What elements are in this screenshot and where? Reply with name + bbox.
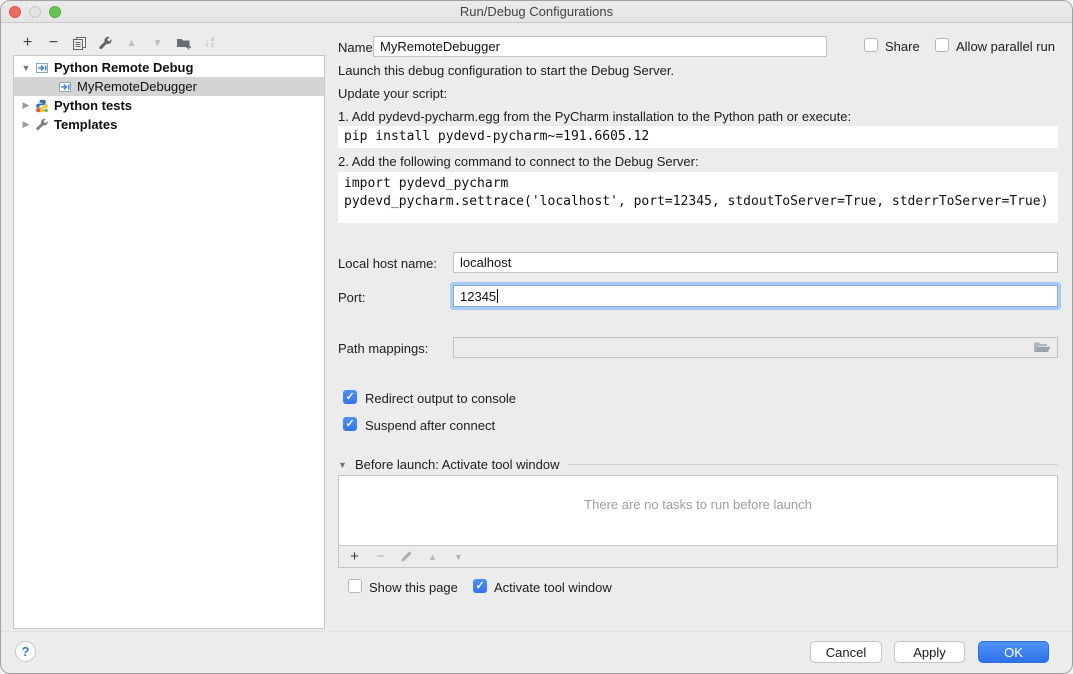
titlebar[interactable]: Run/Debug Configurations <box>1 1 1072 23</box>
edit-task-button[interactable] <box>400 550 413 563</box>
share-checkbox[interactable] <box>864 38 878 52</box>
text-cursor <box>497 289 498 303</box>
code-line: import pydevd_pycharm <box>344 175 1052 193</box>
port-label: Port: <box>338 290 365 305</box>
collapsed-caret-icon[interactable]: ▶ <box>20 119 32 130</box>
remove-task-button[interactable]: − <box>374 550 387 563</box>
tree-item-label: MyRemoteDebugger <box>77 79 197 94</box>
suspend-after-connect-checkbox[interactable] <box>343 417 357 431</box>
collapsed-caret-icon[interactable]: ▶ <box>20 100 32 111</box>
show-this-page-label: Show this page <box>369 580 458 595</box>
suspend-after-connect-label: Suspend after connect <box>365 418 495 433</box>
arrow-down-icon: ▼ <box>454 552 463 562</box>
redirect-output-checkbox[interactable] <box>343 390 357 404</box>
activate-tool-window-checkbox[interactable] <box>473 579 487 593</box>
pip-install-code-block: pip install pydevd-pycharm~=191.6605.12 <box>338 126 1058 148</box>
sort-alphabetically-icon: ↓ az <box>204 37 214 49</box>
allow-parallel-run-label: Allow parallel run <box>956 39 1055 54</box>
empty-tasks-message: There are no tasks to run before launch <box>339 497 1057 512</box>
step-1-text: 1. Add pydevd-pycharm.egg from the PyCha… <box>338 109 851 124</box>
expanded-caret-icon[interactable]: ▼ <box>20 63 32 73</box>
local-host-name-label: Local host name: <box>338 256 437 271</box>
footer-divider <box>1 631 1072 632</box>
minus-icon: − <box>376 551 385 563</box>
browse-folder-icon[interactable] <box>1033 341 1051 354</box>
pencil-icon <box>400 550 413 563</box>
question-mark-icon: ? <box>22 644 30 659</box>
run-debug-configurations-dialog: Run/Debug Configurations + − ▲ ▼ ↓ az ▼ <box>0 0 1073 674</box>
name-label: Name: <box>338 40 376 55</box>
before-launch-label: Before launch: Activate tool window <box>355 457 560 472</box>
python-tests-icon <box>35 98 50 113</box>
new-folder-icon <box>176 36 192 51</box>
move-down-button[interactable]: ▼ <box>149 35 166 52</box>
arrow-up-icon: ▲ <box>127 38 137 49</box>
move-task-up-button[interactable]: ▲ <box>426 550 439 563</box>
tree-item-python-remote-debug[interactable]: ▼ Python Remote Debug <box>14 58 324 77</box>
before-launch-header[interactable]: ▼ Before launch: Activate tool window <box>338 457 1058 472</box>
activate-tool-window-label: Activate tool window <box>494 580 612 595</box>
path-mappings-input[interactable] <box>453 337 1058 358</box>
window-title: Run/Debug Configurations <box>1 4 1072 19</box>
show-this-page-checkbox[interactable] <box>348 579 362 593</box>
port-input[interactable]: 12345 <box>453 285 1058 307</box>
port-value: 12345 <box>460 289 496 304</box>
share-label: Share <box>885 39 920 54</box>
description-line-2: Update your script: <box>338 86 447 101</box>
task-toolbar: + − ▲ ▼ <box>339 545 1057 567</box>
path-mappings-label: Path mappings: <box>338 341 428 356</box>
cancel-button[interactable]: Cancel <box>810 641 882 663</box>
sort-configurations-button[interactable]: ↓ az <box>201 35 218 52</box>
edit-defaults-button[interactable] <box>97 35 114 52</box>
move-up-button[interactable]: ▲ <box>123 35 140 52</box>
allow-parallel-run-checkbox[interactable] <box>935 38 949 52</box>
before-launch-task-list[interactable]: There are no tasks to run before launch … <box>338 475 1058 568</box>
plus-icon: + <box>350 550 359 564</box>
tree-item-myremotedebugger[interactable]: ▶ MyRemoteDebugger <box>14 77 324 96</box>
wrench-icon <box>35 117 50 132</box>
remove-configuration-button[interactable]: − <box>45 35 62 52</box>
tree-item-label: Python tests <box>54 98 132 113</box>
add-task-button[interactable]: + <box>348 550 361 563</box>
configurations-toolbar: + − ▲ ▼ ↓ az <box>19 34 218 52</box>
tree-item-templates[interactable]: ▶ Templates <box>14 115 324 134</box>
step-2-text: 2. Add the following command to connect … <box>338 154 699 169</box>
help-button[interactable]: ? <box>15 641 36 662</box>
ok-button[interactable]: OK <box>978 641 1049 663</box>
arrow-up-icon: ▲ <box>428 552 437 562</box>
description-line-1: Launch this debug configuration to start… <box>338 63 674 78</box>
arrow-down-icon: ▼ <box>153 38 163 49</box>
local-host-name-input[interactable] <box>453 252 1058 273</box>
tree-item-label: Templates <box>54 117 117 132</box>
copy-configuration-button[interactable] <box>71 35 88 52</box>
minus-icon: − <box>49 36 58 50</box>
wrench-icon <box>98 36 113 51</box>
settrace-code-block: import pydevd_pycharm pydevd_pycharm.set… <box>338 172 1058 223</box>
expanded-caret-icon[interactable]: ▼ <box>338 460 351 470</box>
create-folder-button[interactable] <box>175 35 192 52</box>
tree-item-python-tests[interactable]: ▶ Python tests <box>14 96 324 115</box>
remote-debug-icon <box>35 60 50 75</box>
add-configuration-button[interactable]: + <box>19 35 36 52</box>
section-divider <box>568 464 1058 465</box>
redirect-output-label: Redirect output to console <box>365 391 516 406</box>
plus-icon: + <box>23 36 32 50</box>
apply-button[interactable]: Apply <box>894 641 965 663</box>
configurations-tree: ▼ Python Remote Debug ▶ MyRemoteDebugger… <box>13 55 325 629</box>
tree-item-label: Python Remote Debug <box>54 60 193 75</box>
code-line: pydevd_pycharm.settrace('localhost', por… <box>344 193 1052 211</box>
move-task-down-button[interactable]: ▼ <box>452 550 465 563</box>
name-input[interactable] <box>373 36 827 57</box>
copy-icon <box>72 36 87 51</box>
remote-debug-icon <box>58 79 73 94</box>
